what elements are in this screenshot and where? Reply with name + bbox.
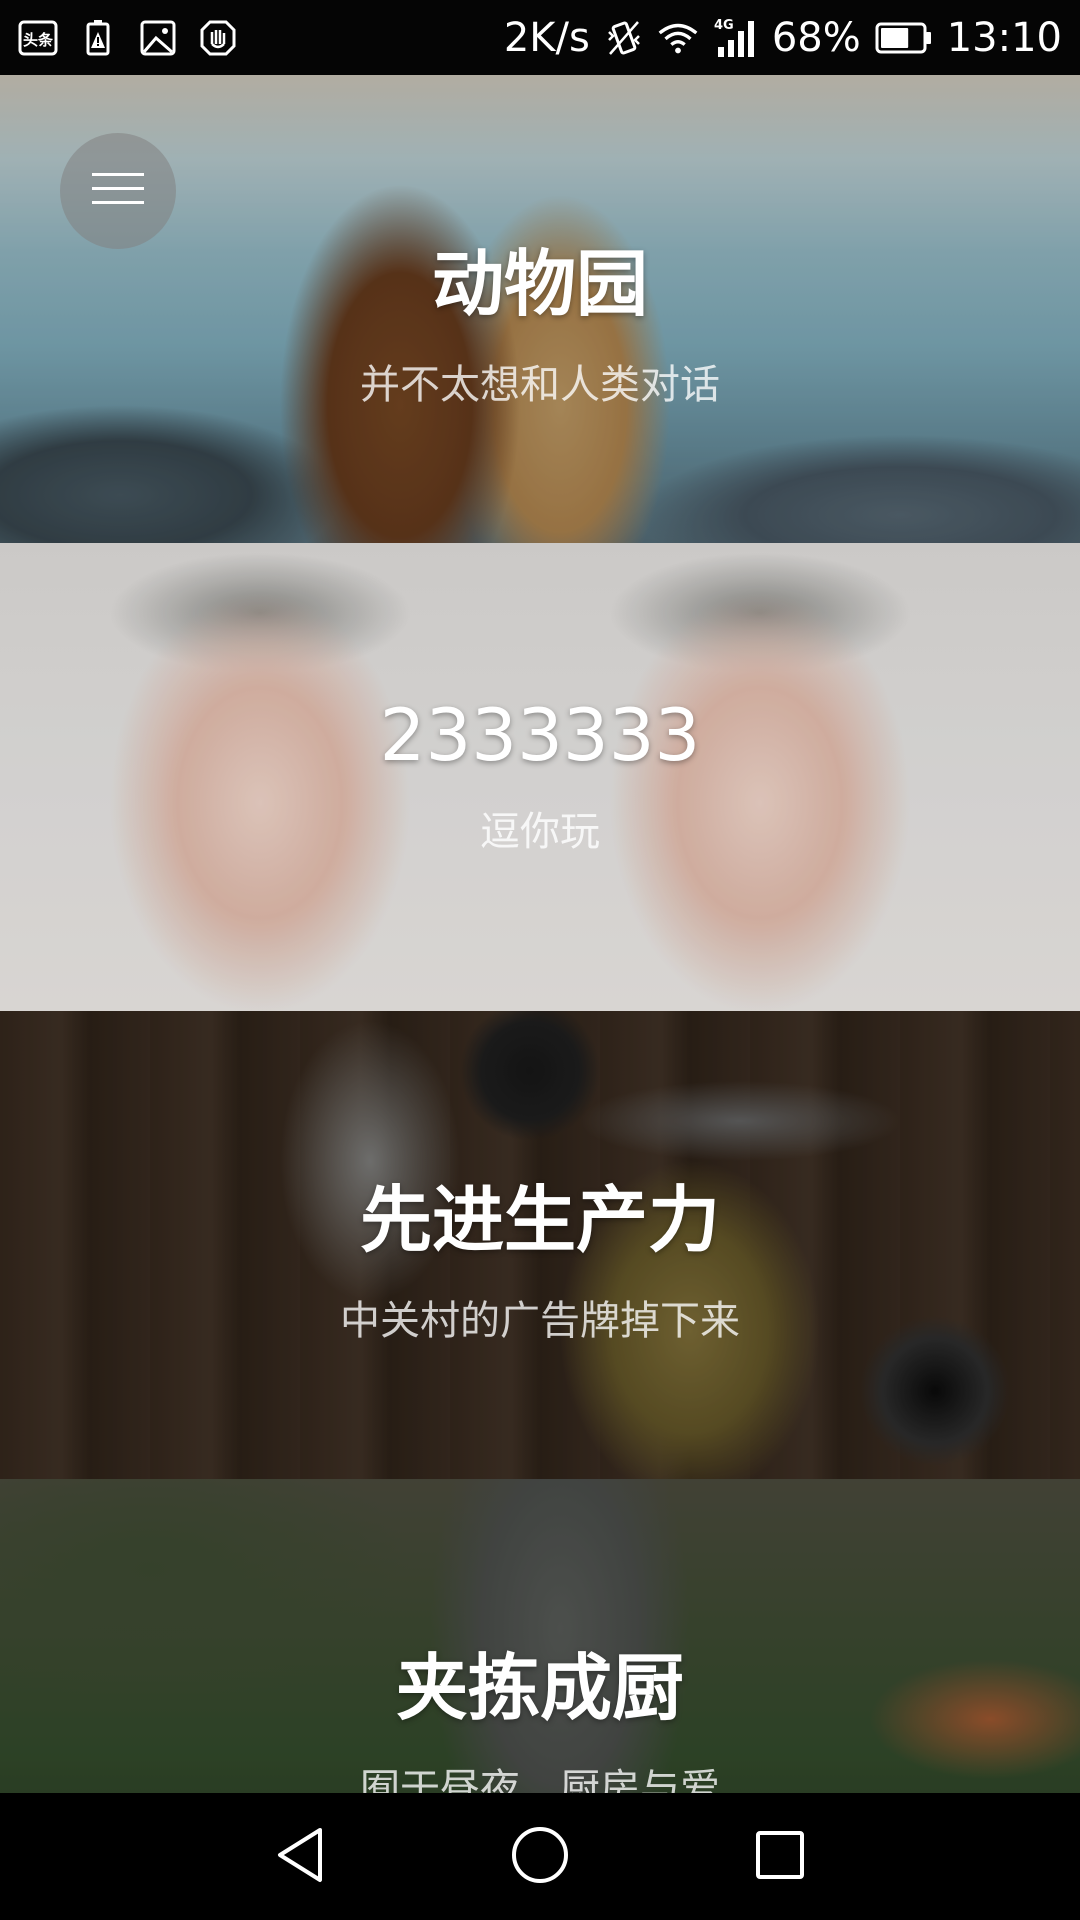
- card-subtitle: 并不太想和人类对话: [360, 362, 720, 408]
- status-bar: 头条 2K/s 4G 68% 13:10: [0, 0, 1080, 75]
- card-list: 动物园 并不太想和人类对话 2333333 逗你玩 先进生产力 中关村的广告牌掉…: [0, 75, 1080, 1793]
- card-zoo[interactable]: 动物园 并不太想和人类对话: [0, 75, 1080, 543]
- hamburger-menu-icon: [90, 169, 146, 213]
- card-text: 夹拣成厨 囿于昼夜，厨房与爱: [0, 1629, 1080, 1793]
- card-text: 2333333 逗你玩: [0, 693, 1080, 857]
- navigation-bar: [0, 1793, 1080, 1920]
- image-icon: [138, 18, 178, 58]
- recents-button[interactable]: [745, 1822, 815, 1892]
- status-left-icons: 头条: [18, 18, 238, 58]
- svg-text:头条: 头条: [23, 31, 54, 49]
- card-tools[interactable]: 先进生产力 中关村的广告牌掉下来: [0, 1011, 1080, 1479]
- toutiao-app-icon: 头条: [18, 18, 58, 58]
- card-text: 先进生产力 中关村的广告牌掉下来: [0, 1161, 1080, 1346]
- back-triangle-icon: [274, 1826, 326, 1888]
- card-text: 动物园 并不太想和人类对话: [0, 225, 1080, 410]
- card-funny[interactable]: 2333333 逗你玩: [0, 543, 1080, 1011]
- battery-alert-icon: [78, 18, 118, 58]
- card-title: 2333333: [379, 693, 701, 777]
- recents-square-icon: [754, 1829, 806, 1885]
- card-subtitle: 囿于昼夜，厨房与爱: [360, 1766, 720, 1793]
- wifi-icon: [658, 18, 698, 58]
- card-title: 动物园: [431, 242, 648, 326]
- clock: 13:10: [946, 14, 1062, 61]
- card-title: 先进生产力: [359, 1178, 720, 1262]
- battery-icon: [875, 21, 933, 55]
- card-subtitle: 中关村的广告牌掉下来: [340, 1298, 740, 1344]
- home-circle-icon: [510, 1825, 570, 1889]
- card-cook[interactable]: 夹拣成厨 囿于昼夜，厨房与爱: [0, 1479, 1080, 1793]
- menu-button[interactable]: [60, 133, 176, 249]
- hand-stop-icon: [198, 18, 238, 58]
- status-right-icons: 2K/s 4G 68% 13:10: [504, 15, 1062, 61]
- home-button[interactable]: [505, 1822, 575, 1892]
- app-screen: 头条 2K/s 4G 68% 13:10 动物园 并不太想和人类对话 23333…: [0, 0, 1080, 1920]
- card-title: 夹拣成厨: [395, 1646, 684, 1730]
- card-subtitle: 逗你玩: [480, 809, 600, 855]
- signal-4g-icon: 4G: [712, 18, 758, 58]
- back-button[interactable]: [265, 1822, 335, 1892]
- vibrate-icon: [604, 18, 644, 58]
- svg-text:4G: 4G: [714, 18, 734, 33]
- battery-percent: 68%: [771, 14, 861, 61]
- net-speed: 2K/s: [503, 14, 590, 61]
